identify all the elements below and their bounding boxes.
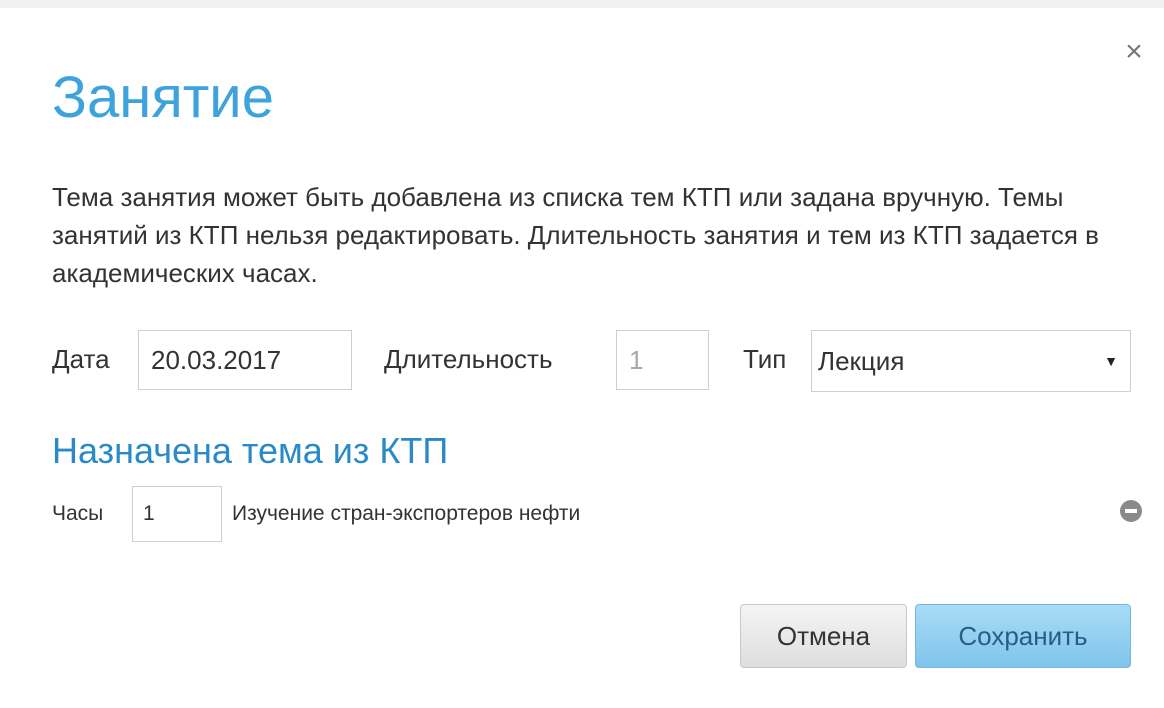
topic-name: Изучение стран-экспортеров нефти [232,502,581,525]
hours-input[interactable]: 1 [132,486,222,542]
minus-circle-icon[interactable] [1120,500,1142,522]
type-select-value: Лекция [818,346,905,376]
close-icon[interactable]: × [1114,32,1154,72]
assigned-topic-row: Часы 1 Изучение стран-экспортеров нефти [52,486,1142,542]
duration-label: Длительность [384,344,553,374]
assigned-topic-heading: Назначена тема из КТП [52,430,449,471]
cancel-button[interactable]: Отмена [740,604,907,668]
dialog-title: Занятие [52,65,274,130]
lesson-dialog: × Занятие Тема занятия может быть добавл… [0,8,1164,708]
hours-label: Часы [52,502,104,525]
lesson-form-row: Дата 20.03.2017 Длительность 1 Тип Лекци… [52,330,1132,392]
date-label: Дата [52,344,110,374]
save-button[interactable]: Сохранить [915,604,1131,668]
date-input[interactable]: 20.03.2017 [138,330,352,390]
duration-input[interactable]: 1 [616,330,709,390]
type-select[interactable]: Лекция ▼ [811,330,1131,392]
chevron-down-icon: ▼ [1104,353,1118,369]
dialog-description: Тема занятия может быть добавлена из спи… [52,182,1099,288]
type-label: Тип [743,344,787,374]
